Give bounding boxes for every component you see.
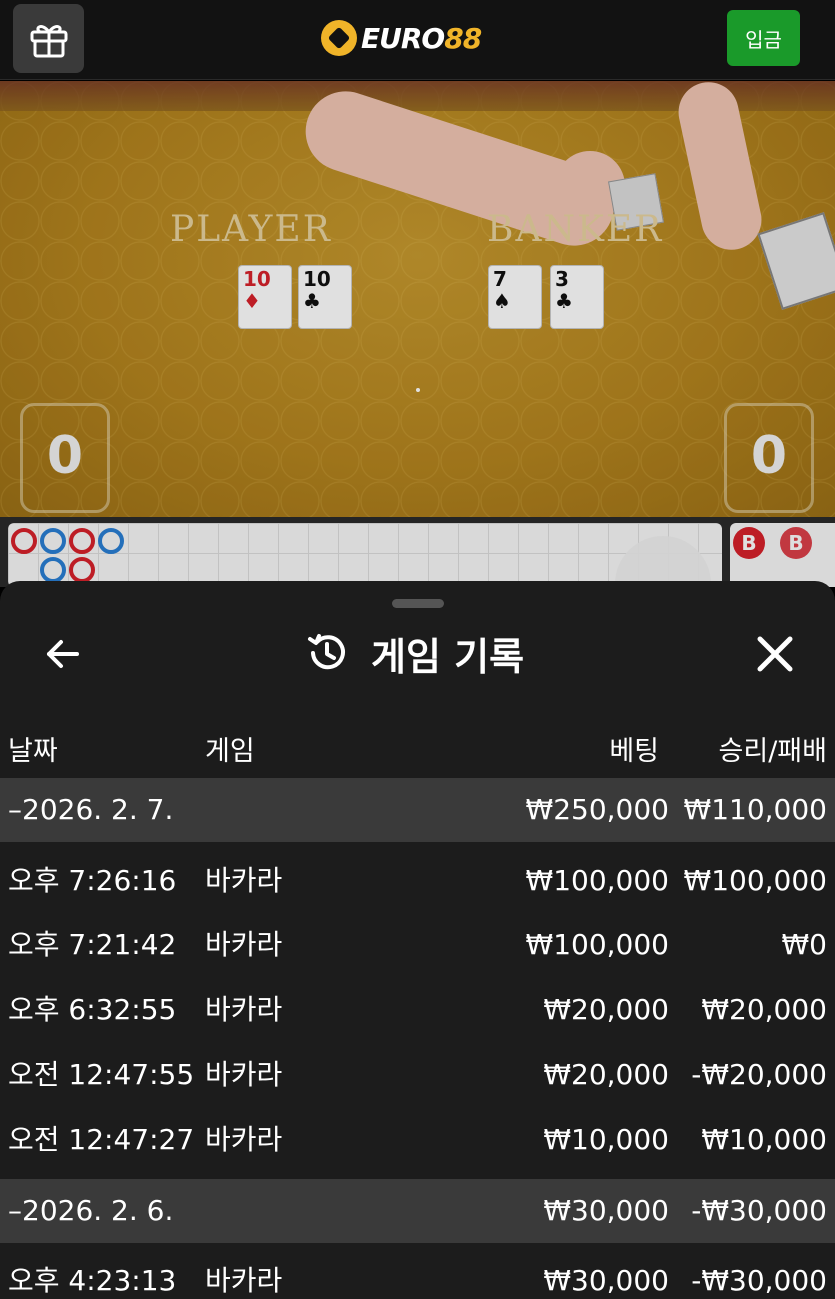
row-game: 바카라: [205, 928, 283, 961]
row-game: 바카라: [205, 1264, 283, 1297]
row-game: 바카라: [205, 864, 283, 897]
soccer-ball-icon: [321, 20, 357, 56]
row-result: ₩0: [781, 928, 828, 961]
group-bet-total: ₩250,000: [525, 793, 669, 826]
history-row[interactable]: 오후 6:32:55 바카라 ₩20,000 ₩20,000: [0, 978, 835, 1042]
date-group-row[interactable]: –2026. 2. 7. ₩250,000 ₩110,000: [0, 778, 835, 842]
row-time: 오전 12:47:55: [8, 1058, 195, 1091]
row-result: -₩20,000: [691, 1058, 827, 1091]
row-result: ₩10,000: [701, 1123, 827, 1156]
group-win-total: ₩110,000: [683, 793, 827, 826]
deposit-button[interactable]: 입금: [727, 10, 800, 66]
row-result: ₩20,000: [701, 993, 827, 1026]
app-screen: EURO88 입금 PLAYER BANKER 10 ♦ 10 ♣ 7 ♠ 3 …: [0, 0, 835, 1299]
row-time: 오후 7:26:16: [8, 864, 177, 897]
logo-text-euro: EURO: [361, 21, 445, 55]
column-header-bet[interactable]: 베팅: [609, 729, 659, 768]
overlay-dim: [0, 81, 835, 587]
row-bet: ₩20,000: [543, 1058, 669, 1091]
row-game: 바카라: [205, 993, 283, 1026]
group-win-total: -₩30,000: [691, 1194, 827, 1227]
logo-text-88: 88: [444, 21, 482, 55]
row-bet: ₩20,000: [543, 993, 669, 1026]
row-bet: ₩100,000: [525, 928, 669, 961]
top-bar: EURO88 입금: [0, 0, 835, 80]
date-group-row[interactable]: –2026. 2. 6. ₩30,000 -₩30,000: [0, 1179, 835, 1243]
game-history-sheet: 게임 기록 날짜 게임 베팅 승리/패배 –2026. 2. 7. ₩250,0…: [0, 581, 835, 1299]
sheet-title: 게임 기록: [305, 628, 525, 679]
row-game: 바카라: [205, 1058, 283, 1091]
back-button[interactable]: [40, 631, 86, 677]
row-game: 바카라: [205, 1123, 283, 1156]
column-header-game[interactable]: 게임: [205, 729, 255, 768]
group-bet-total: ₩30,000: [543, 1194, 669, 1227]
row-bet: ₩100,000: [525, 864, 669, 897]
close-icon: [757, 636, 793, 672]
history-icon: [308, 634, 345, 670]
sheet-drag-handle[interactable]: [392, 599, 444, 608]
gift-icon: [30, 24, 67, 57]
row-result: ₩100,000: [683, 864, 827, 897]
history-row[interactable]: 오후 7:21:42 바카라 ₩100,000 ₩0: [0, 913, 835, 977]
row-bet: ₩10,000: [543, 1123, 669, 1156]
gift-button[interactable]: [13, 4, 84, 73]
history-row[interactable]: 오후 7:26:16 바카라 ₩100,000 ₩100,000: [0, 849, 835, 913]
row-bet: ₩30,000: [543, 1264, 669, 1297]
history-row[interactable]: 오전 12:47:55 바카라 ₩20,000 -₩20,000: [0, 1043, 835, 1107]
row-time: 오후 4:23:13: [8, 1264, 177, 1297]
row-time: 오후 6:32:55: [8, 993, 177, 1026]
row-time: 오전 12:47:27: [8, 1123, 195, 1156]
brand-logo[interactable]: EURO88: [321, 18, 482, 58]
group-date: –2026. 2. 6.: [8, 1194, 174, 1227]
group-date: –2026. 2. 7.: [8, 793, 174, 826]
row-time: 오후 7:21:42: [8, 928, 177, 961]
column-header-date[interactable]: 날짜: [8, 729, 58, 768]
history-row[interactable]: 오전 12:47:27 바카라 ₩10,000 ₩10,000: [0, 1108, 835, 1172]
sheet-title-text: 게임 기록: [371, 634, 525, 679]
history-row[interactable]: 오후 4:23:13 바카라 ₩30,000 -₩30,000: [0, 1249, 835, 1299]
close-button[interactable]: [752, 631, 798, 677]
arrow-left-icon: [47, 640, 79, 668]
row-result: -₩30,000: [691, 1264, 827, 1297]
column-header-winloss[interactable]: 승리/패배: [719, 729, 827, 768]
